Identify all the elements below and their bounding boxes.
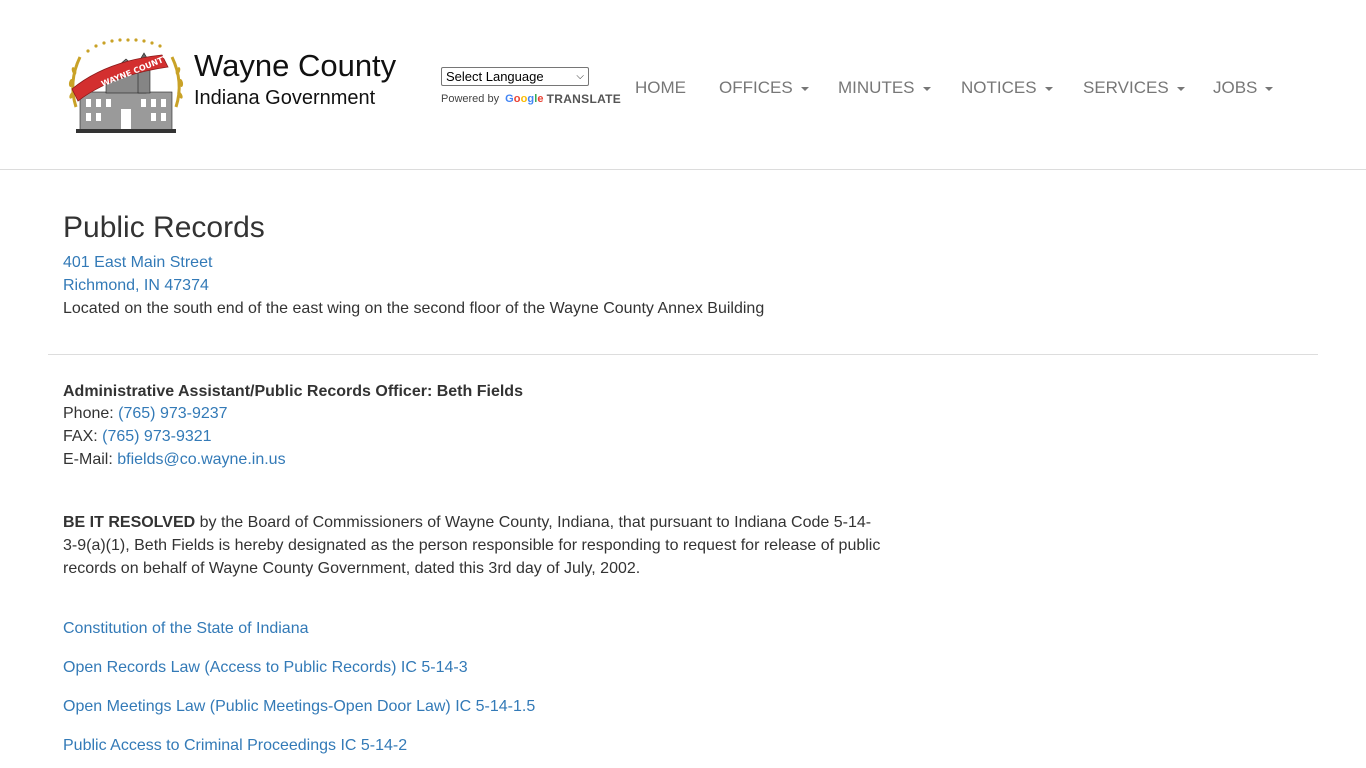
google-logo[interactable]: Google xyxy=(505,93,544,105)
caret-down-icon xyxy=(1176,87,1185,91)
site-title[interactable]: Wayne County xyxy=(194,49,396,83)
county-seal-logo[interactable]: WAYNE COUNTY xyxy=(66,37,186,135)
nav-minutes[interactable]: MINUTES xyxy=(838,78,931,98)
resolution-paragraph: BE IT RESOLVED by the Board of Commissio… xyxy=(63,511,883,580)
site-header: WAYNE COUNTY Wayne County Indiana Govern… xyxy=(0,0,1366,170)
nav-services-label: SERVICES xyxy=(1083,78,1169,97)
nav-notices[interactable]: NOTICES xyxy=(961,78,1053,98)
site-subtitle[interactable]: Indiana Government xyxy=(194,86,375,110)
google-translate-widget: Select Language ⌵ Powered by Google TRAN… xyxy=(441,67,621,106)
caret-down-icon xyxy=(800,87,809,91)
constitution-link[interactable]: Constitution of the State of Indiana xyxy=(63,619,309,639)
nav-services[interactable]: SERVICES xyxy=(1083,78,1185,98)
nav-offices[interactable]: OFFICES xyxy=(719,78,809,98)
powered-by-label: Powered by xyxy=(441,93,500,105)
phone-link[interactable]: (765) 973-9237 xyxy=(118,405,227,422)
page-title: Public Records xyxy=(63,211,265,244)
nav-jobs[interactable]: JOBS xyxy=(1213,78,1274,98)
nav-jobs-label: JOBS xyxy=(1213,78,1258,97)
translate-label: TRANSLATE xyxy=(546,92,622,106)
fax-label: FAX: xyxy=(63,428,103,445)
chevron-down-icon: ⌵ xyxy=(576,71,584,82)
powered-by-google: Powered by Google TRANSLATE xyxy=(441,92,621,106)
nav-home[interactable]: HOME xyxy=(635,78,686,98)
nav-offices-label: OFFICES xyxy=(719,78,793,97)
address-line1-link[interactable]: 401 East Main Street xyxy=(63,253,212,273)
email-label: E-Mail: xyxy=(63,451,118,468)
language-select[interactable]: Select Language ⌵ xyxy=(441,67,589,86)
language-select-value: Select Language xyxy=(446,69,544,84)
caret-down-icon xyxy=(1044,87,1053,91)
phone-line: Phone: (765) 973-9237 xyxy=(63,404,228,424)
criminal-proceedings-link[interactable]: Public Access to Criminal Proceedings IC… xyxy=(63,736,407,756)
fax-link[interactable]: (765) 973-9321 xyxy=(102,428,211,445)
nav-home-label: HOME xyxy=(635,78,686,97)
open-records-law-link[interactable]: Open Records Law (Access to Public Recor… xyxy=(63,658,468,678)
location-note: Located on the south end of the east win… xyxy=(63,300,765,317)
fax-line: FAX: (765) 973-9321 xyxy=(63,427,212,447)
nav-notices-label: NOTICES xyxy=(961,78,1037,97)
officer-heading: Administrative Assistant/Public Records … xyxy=(63,383,523,400)
nav-minutes-label: MINUTES xyxy=(838,78,915,97)
email-line: E-Mail: bfields@co.wayne.in.us xyxy=(63,450,286,470)
email-link[interactable]: bfields@co.wayne.in.us xyxy=(117,451,285,468)
phone-label: Phone: xyxy=(63,405,119,422)
section-divider xyxy=(48,354,1318,355)
caret-down-icon xyxy=(1265,87,1274,91)
caret-down-icon xyxy=(922,87,931,91)
address-line2-link[interactable]: Richmond, IN 47374 xyxy=(63,276,209,296)
resolution-bold: BE IT RESOLVED xyxy=(63,514,196,531)
open-meetings-law-link[interactable]: Open Meetings Law (Public Meetings-Open … xyxy=(63,697,535,717)
